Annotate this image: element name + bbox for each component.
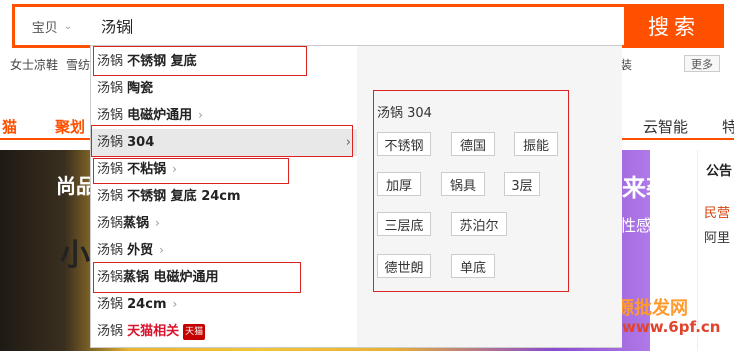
suggestion-item[interactable]: 汤锅 不锈钢 复底 24cm	[91, 183, 357, 210]
suggestion-item[interactable]: 汤锅 不粘锅 ›	[91, 156, 357, 183]
notice-link[interactable]: 民营	[704, 202, 730, 221]
related-panel: 汤锅 304 不锈钢 德国 振能 加厚 锅具 3层 三层底 苏泊尔 德世朗 单底	[357, 46, 622, 347]
suggestion-item[interactable]: 汤锅 24cm ›	[91, 291, 357, 318]
related-tag[interactable]: 3层	[504, 172, 540, 196]
related-tag[interactable]: 德国	[451, 132, 495, 156]
related-tag[interactable]: 苏泊尔	[451, 212, 507, 236]
related-tag[interactable]: 三层底	[377, 212, 431, 236]
suggestion-item[interactable]: 汤锅蒸锅 ›	[91, 210, 357, 237]
related-tag[interactable]: 不锈钢	[377, 132, 431, 156]
notice-link[interactable]: 阿里	[704, 227, 730, 246]
chevron-right-icon: ›	[155, 216, 160, 230]
nav-item-tmall[interactable]: 猫	[2, 116, 17, 137]
search-suggestion-dropdown: 汤锅 不锈钢 复底 汤锅 陶瓷 汤锅 电磁炉通用 › 汤锅 304 › 汤锅 不粘锅…	[90, 45, 622, 348]
search-input[interactable]: 汤锅	[101, 16, 133, 37]
chevron-right-icon: ›	[159, 243, 164, 257]
related-tag[interactable]: 锅具	[441, 172, 485, 196]
suggestion-list: 汤锅 不锈钢 复底 汤锅 陶瓷 汤锅 电磁炉通用 › 汤锅 304 › 汤锅 不粘锅…	[91, 46, 357, 349]
notice-title: 公告	[706, 164, 733, 179]
search-bar: 宝贝 ⌄ 汤锅 搜索	[12, 4, 724, 48]
banner-text: 性感~	[620, 216, 666, 235]
chevron-down-icon: ⌄	[63, 20, 73, 32]
more-button[interactable]: 更多	[684, 55, 720, 72]
related-tag[interactable]: 振能	[514, 132, 558, 156]
hot-word[interactable]: 雪纺	[66, 58, 90, 72]
suggestion-item[interactable]: 汤锅蒸锅 电磁炉通用	[91, 264, 357, 291]
banner-text: 来袭	[622, 174, 670, 202]
nav-item-juhuasuan[interactable]: 聚划	[55, 116, 85, 137]
hot-words: 女士凉鞋 雪纺	[10, 56, 98, 73]
page: 宝贝 ⌄ 汤锅 搜索 女士凉鞋 雪纺 装 更多 猫 聚划 云智能 特 尚品 小 来…	[0, 0, 734, 351]
tmall-badge-icon: 天猫	[183, 323, 206, 340]
chevron-right-icon: ›	[198, 108, 203, 122]
search-input-value: 汤锅	[101, 18, 132, 36]
related-tag[interactable]: 加厚	[377, 172, 421, 196]
chevron-right-icon: ›	[172, 297, 178, 311]
related-tag[interactable]: 德世朗	[377, 254, 431, 278]
banner-text: 小	[60, 238, 90, 273]
text-caret	[131, 19, 133, 34]
suggestion-item[interactable]: 汤锅 外贸 ›	[91, 237, 357, 264]
chevron-right-icon: ›	[345, 135, 351, 150]
related-panel-title: 汤锅 304	[377, 106, 432, 121]
suggestion-item-active[interactable]: 汤锅 304 ›	[91, 129, 357, 156]
suggestion-item[interactable]: 汤锅 电磁炉通用 ›	[91, 102, 357, 129]
nav-item-special[interactable]: 特	[722, 116, 734, 137]
search-scope-label: 宝贝	[31, 20, 58, 36]
watermark-url: www.6pf.cn	[622, 318, 721, 336]
related-tag[interactable]: 单底	[451, 254, 495, 278]
chevron-right-icon: ›	[172, 162, 177, 176]
suggestion-item[interactable]: 汤锅 不锈钢 复底	[91, 48, 357, 75]
hot-word[interactable]: 女士凉鞋	[10, 58, 58, 72]
nav-item-cloud-smart[interactable]: 云智能	[643, 116, 688, 137]
search-scope-select[interactable]: 宝贝 ⌄	[15, 7, 89, 45]
suggestion-item-tmall[interactable]: 汤锅 天猫相关 天猫	[91, 318, 357, 345]
suggestion-item[interactable]: 汤锅 陶瓷	[91, 75, 357, 102]
search-button[interactable]: 搜索	[624, 4, 724, 48]
